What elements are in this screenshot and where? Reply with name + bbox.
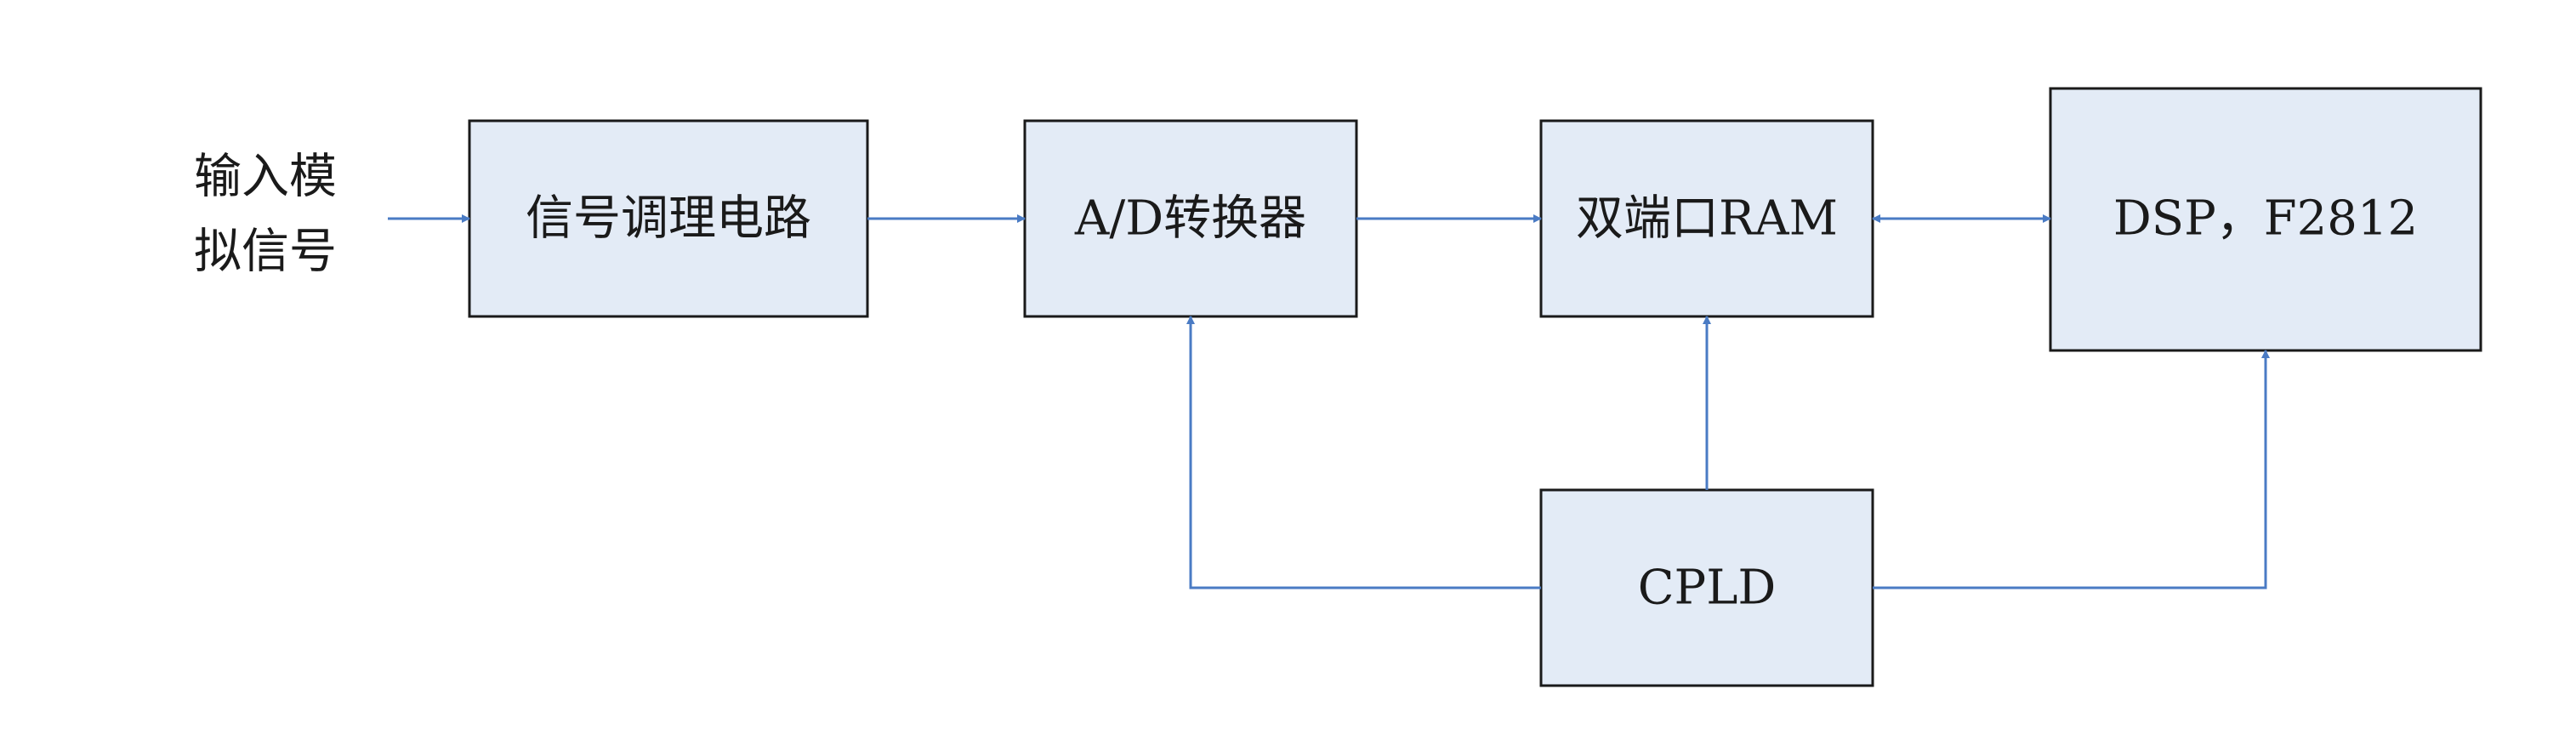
dual-port-ram-label: 双端口RAM — [1576, 191, 1838, 247]
arrow-cpld-to-ad — [1186, 316, 1541, 589]
dsp-label: DSP，F2812 — [2113, 191, 2418, 247]
block-diagram: 输入模 拟信号 信号调理电路 A/D转换器 双端口RAM DSP，F2812 C… — [194, 87, 2482, 687]
ad-converter-label: A/D转换器 — [1074, 191, 1306, 247]
signal-conditioning-label: 信号调理电路 — [526, 191, 811, 247]
signal-conditioning-block: 信号调理电路 — [468, 119, 869, 318]
dual-port-ram-block: 双端口RAM — [1539, 119, 1874, 318]
cpld-block: CPLD — [1539, 488, 1874, 687]
input-label-line1: 输入模 — [194, 150, 337, 205]
arrow-cpld-to-dsp — [1873, 350, 2270, 589]
ad-converter-block: A/D转换器 — [1023, 119, 1358, 318]
dsp-block: DSP，F2812 — [2049, 87, 2482, 352]
input-label-line2: 拟信号 — [194, 225, 337, 280]
input-analog-signal-label: 输入模 拟信号 — [194, 150, 337, 280]
cpld-label: CPLD — [1638, 561, 1777, 616]
